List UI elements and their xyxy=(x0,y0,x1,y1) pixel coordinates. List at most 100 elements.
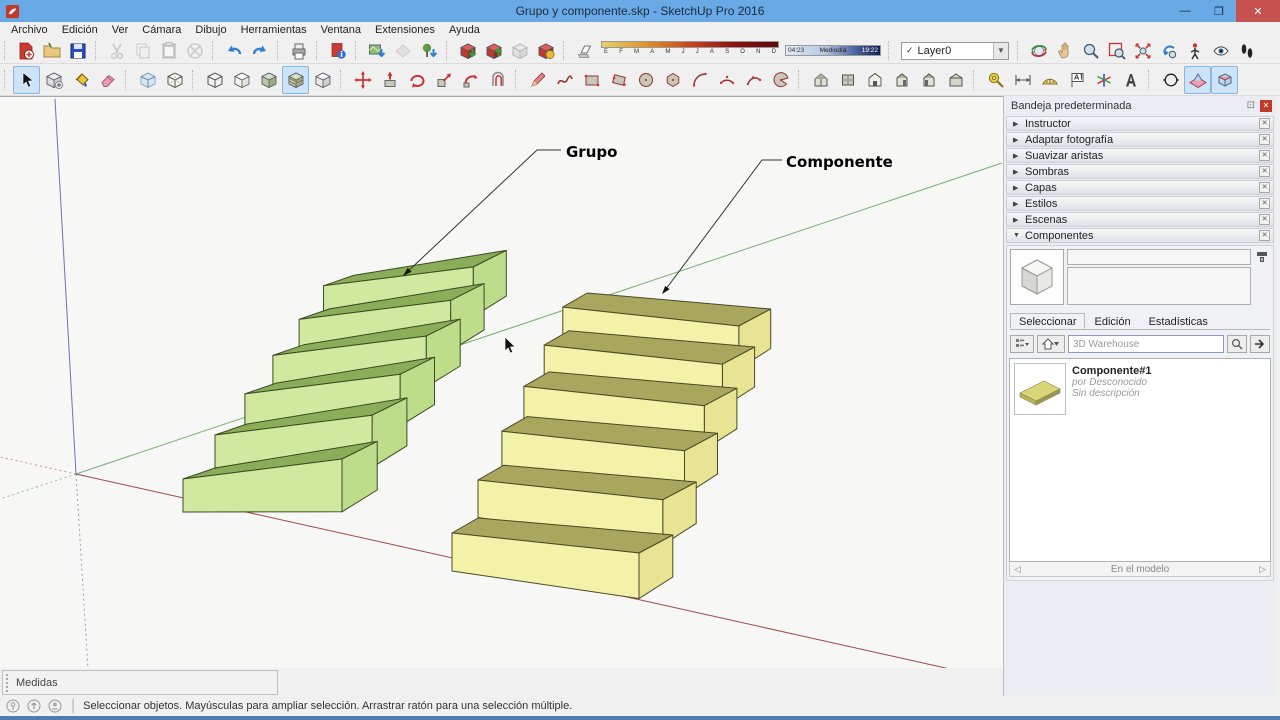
shadow-time-slider[interactable]: 04:23 Mediodía 19:22 xyxy=(785,45,881,56)
photo-textures-button[interactable] xyxy=(416,39,442,63)
tab-estadisticas[interactable]: Estadísticas xyxy=(1140,313,1217,329)
advanced-search-button[interactable] xyxy=(1250,335,1270,353)
text-button[interactable] xyxy=(1063,66,1090,94)
nav-back-icon[interactable]: ◁ xyxy=(1010,564,1025,575)
tray-section-instructor[interactable]: ▶ Instructor ✕ xyxy=(1006,116,1274,131)
extension-warehouse-button[interactable] xyxy=(533,39,559,63)
previous-view-button[interactable] xyxy=(1156,39,1182,63)
menu-dibujo[interactable]: Dibujo xyxy=(188,23,233,37)
cut-button[interactable] xyxy=(104,39,130,63)
component-list-item[interactable]: Componente#1 por Desconocido Sin descrip… xyxy=(1014,363,1266,415)
menu-edicion[interactable]: Edición xyxy=(55,23,105,37)
warehouse-search-input[interactable] xyxy=(1068,335,1224,353)
undo-button[interactable] xyxy=(221,39,247,63)
layer-dropdown[interactable]: ✓ Layer0 ▼ xyxy=(901,41,1009,60)
tray-section-componentes[interactable]: ▼ Componentes ✕ xyxy=(1006,228,1274,243)
eraser-button[interactable] xyxy=(94,66,121,94)
tray-close-button[interactable]: ✕ xyxy=(1260,99,1272,112)
paste-button[interactable] xyxy=(156,39,182,63)
rotated-rectangle-button[interactable] xyxy=(605,66,632,94)
menu-extensiones[interactable]: Extensiones xyxy=(368,23,442,37)
walk-button[interactable] xyxy=(1234,39,1260,63)
circle-button[interactable] xyxy=(632,66,659,94)
look-around-button[interactable] xyxy=(1208,39,1234,63)
three-d-text-button[interactable] xyxy=(1117,66,1144,94)
zoom-extents-button[interactable] xyxy=(1130,39,1156,63)
shadows-toggle-button[interactable] xyxy=(572,39,598,63)
tray-section-sombras[interactable]: ▶ Sombras ✕ xyxy=(1006,164,1274,179)
shaded-button[interactable] xyxy=(255,66,282,94)
menu-camara[interactable]: Cámara xyxy=(135,23,188,37)
view-options-button[interactable] xyxy=(1010,335,1034,353)
menu-archivo[interactable]: Archivo xyxy=(4,23,55,37)
tape-measure-button[interactable] xyxy=(982,66,1009,94)
tab-seleccionar[interactable]: Seleccionar xyxy=(1010,313,1086,329)
section-plane-button[interactable] xyxy=(1157,66,1184,94)
tray-section-estilos[interactable]: ▶ Estilos ✕ xyxy=(1006,196,1274,211)
zoom-window-button[interactable] xyxy=(1104,39,1130,63)
menu-ventana[interactable]: Ventana xyxy=(314,23,368,37)
tray-section-suavizar-aristas[interactable]: ▶ Suavizar aristas ✕ xyxy=(1006,148,1274,163)
medidas-grip[interactable] xyxy=(6,673,10,692)
shadow-date-slider[interactable]: EFMAMJJASOND xyxy=(601,40,779,61)
display-section-cuts-button[interactable] xyxy=(1211,65,1238,94)
menu-ayuda[interactable]: Ayuda xyxy=(442,23,487,37)
select-button[interactable] xyxy=(13,65,40,94)
claim-credit-icon[interactable] xyxy=(27,699,41,713)
section-close-button[interactable]: ✕ xyxy=(1259,214,1270,225)
xray-button[interactable] xyxy=(134,66,161,94)
polygon-button[interactable] xyxy=(659,66,686,94)
monochrome-button[interactable] xyxy=(309,66,336,94)
hidden-line-button[interactable] xyxy=(228,66,255,94)
section-close-button[interactable]: ✕ xyxy=(1259,198,1270,209)
section-close-button[interactable]: ✕ xyxy=(1259,118,1270,129)
chevron-down-icon[interactable]: ▼ xyxy=(993,42,1008,59)
view-iso-button[interactable] xyxy=(807,66,834,94)
component-name-field[interactable] xyxy=(1067,249,1251,265)
secondary-pane-button[interactable] xyxy=(1254,249,1270,265)
push-pull-button[interactable] xyxy=(376,66,403,94)
move-button[interactable] xyxy=(349,66,376,94)
geolocation-icon[interactable] xyxy=(6,699,20,713)
protractor-button[interactable] xyxy=(1036,66,1063,94)
menu-ver[interactable]: Ver xyxy=(105,23,136,37)
dimensions-button[interactable] xyxy=(1009,66,1036,94)
viewport-canvas[interactable]: Grupo Componente xyxy=(0,97,1003,669)
view-front-button[interactable] xyxy=(861,66,888,94)
tray-section-escenas[interactable]: ▶ Escenas ✕ xyxy=(1006,212,1274,227)
zoom-button[interactable] xyxy=(1078,39,1104,63)
view-right-button[interactable] xyxy=(888,66,915,94)
get-models-button[interactable] xyxy=(455,39,481,63)
view-left-button[interactable] xyxy=(915,66,942,94)
sign-in-icon[interactable] xyxy=(48,699,62,713)
pin-icon[interactable]: ⊡ xyxy=(1247,100,1255,111)
toggle-terrain-button[interactable] xyxy=(390,39,416,63)
close-button[interactable]: ✕ xyxy=(1236,0,1280,22)
share-component-button[interactable] xyxy=(507,39,533,63)
line-button[interactable] xyxy=(524,66,551,94)
orbit-button[interactable] xyxy=(1026,39,1052,63)
section-close-button[interactable]: ✕ xyxy=(1259,150,1270,161)
print-button[interactable] xyxy=(286,39,312,63)
follow-me-button[interactable] xyxy=(457,66,484,94)
model-viewport[interactable]: Grupo Componente xyxy=(0,96,1003,669)
view-back-button[interactable] xyxy=(942,66,969,94)
scale-button[interactable] xyxy=(430,66,457,94)
open-model-button[interactable] xyxy=(39,39,65,63)
save-model-button[interactable] xyxy=(65,39,91,63)
section-close-button[interactable]: ✕ xyxy=(1259,166,1270,177)
new-model-button[interactable] xyxy=(13,39,39,63)
redo-button[interactable] xyxy=(247,39,273,63)
axes-button[interactable] xyxy=(1090,66,1117,94)
make-component-button[interactable] xyxy=(40,66,67,94)
restore-button[interactable]: ❐ xyxy=(1202,0,1236,22)
nav-forward-icon[interactable]: ▷ xyxy=(1255,564,1270,575)
search-button[interactable] xyxy=(1227,335,1247,353)
model-info-button[interactable] xyxy=(325,39,351,63)
tray-section-capas[interactable]: ▶ Capas ✕ xyxy=(1006,180,1274,195)
view-top-button[interactable] xyxy=(834,66,861,94)
component-description-field[interactable] xyxy=(1067,267,1251,305)
display-section-planes-button[interactable] xyxy=(1184,65,1211,94)
minimize-button[interactable]: — xyxy=(1168,0,1202,22)
arc-button[interactable] xyxy=(686,66,713,94)
